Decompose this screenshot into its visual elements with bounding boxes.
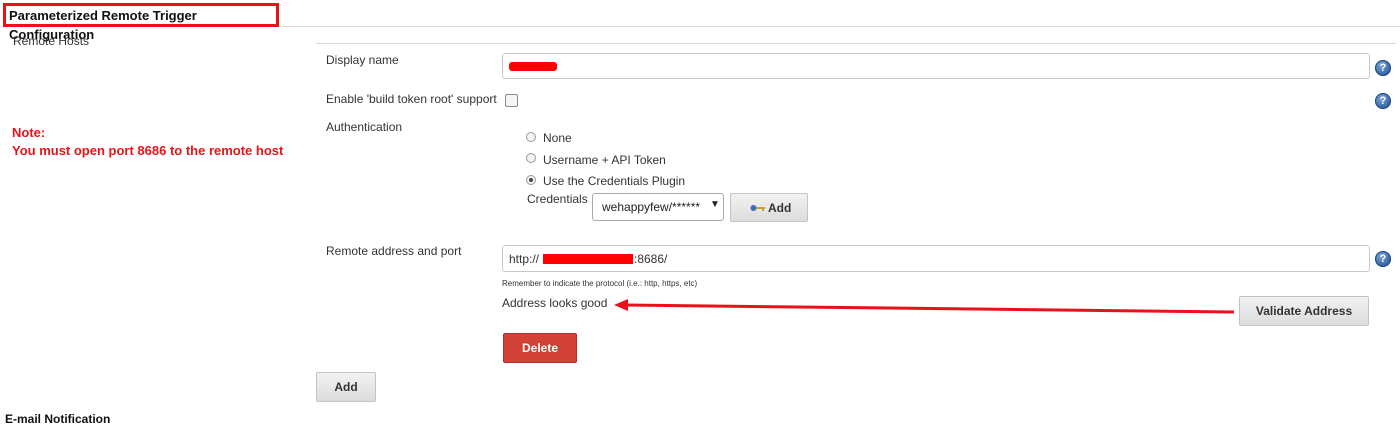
auth-radio-none[interactable] (526, 132, 536, 142)
annotation-arrow (614, 299, 1235, 314)
add-remote-host-button[interactable]: Add (316, 372, 376, 402)
display-name-field[interactable] (502, 53, 1370, 79)
display-name-label: Display name (326, 53, 399, 67)
credentials-label: Credentials (527, 192, 588, 206)
note-text: You must open port 8686 to the remote ho… (12, 143, 284, 158)
help-icon[interactable]: ? (1375, 60, 1391, 76)
auth-radio-credentials-plugin[interactable] (526, 175, 536, 185)
remote-hosts-label: Remote Hosts (13, 34, 90, 48)
redaction-mark (543, 254, 633, 264)
build-token-label: Enable 'build token root' support (326, 92, 497, 106)
repeatable-divider (316, 43, 1396, 44)
remote-address-label: Remote address and port (326, 244, 462, 258)
remote-address-prefix: http:// (509, 252, 540, 266)
redaction-mark (509, 62, 557, 71)
auth-option-username-token-label: Username + API Token (543, 153, 666, 167)
credentials-add-button[interactable]: Add (730, 193, 808, 222)
build-token-checkbox[interactable] (505, 94, 518, 107)
section-title: Parameterized Remote Trigger Configurati… (3, 3, 279, 42)
remote-address-suffix: :8686/ (634, 252, 668, 266)
credentials-selected-value: wehappyfew/****** (602, 200, 701, 214)
remote-address-hint: Remember to indicate the protocol (i.e.:… (502, 279, 698, 288)
auth-radio-username-token[interactable] (526, 153, 536, 163)
section-divider (282, 26, 1400, 27)
credentials-add-label: Add (768, 201, 792, 215)
note-heading: Note: (12, 125, 46, 140)
next-section-title: E-mail Notification (5, 412, 111, 426)
help-icon[interactable]: ? (1375, 93, 1391, 109)
auth-option-credentials-plugin-label: Use the Credentials Plugin (543, 174, 686, 188)
credentials-select[interactable]: wehappyfew/****** ▼ (592, 193, 724, 221)
validate-address-button[interactable]: Validate Address (1239, 296, 1369, 326)
validation-message: Address looks good (502, 296, 608, 310)
dropdown-arrow-icon: ▼ (710, 199, 720, 210)
authentication-label: Authentication (326, 120, 403, 134)
delete-button[interactable]: Delete (503, 333, 577, 363)
remote-address-field[interactable]: http:// :8686/ (502, 245, 1370, 272)
auth-option-none-label: None (543, 131, 572, 145)
key-icon (750, 205, 765, 211)
help-icon[interactable]: ? (1375, 251, 1391, 267)
